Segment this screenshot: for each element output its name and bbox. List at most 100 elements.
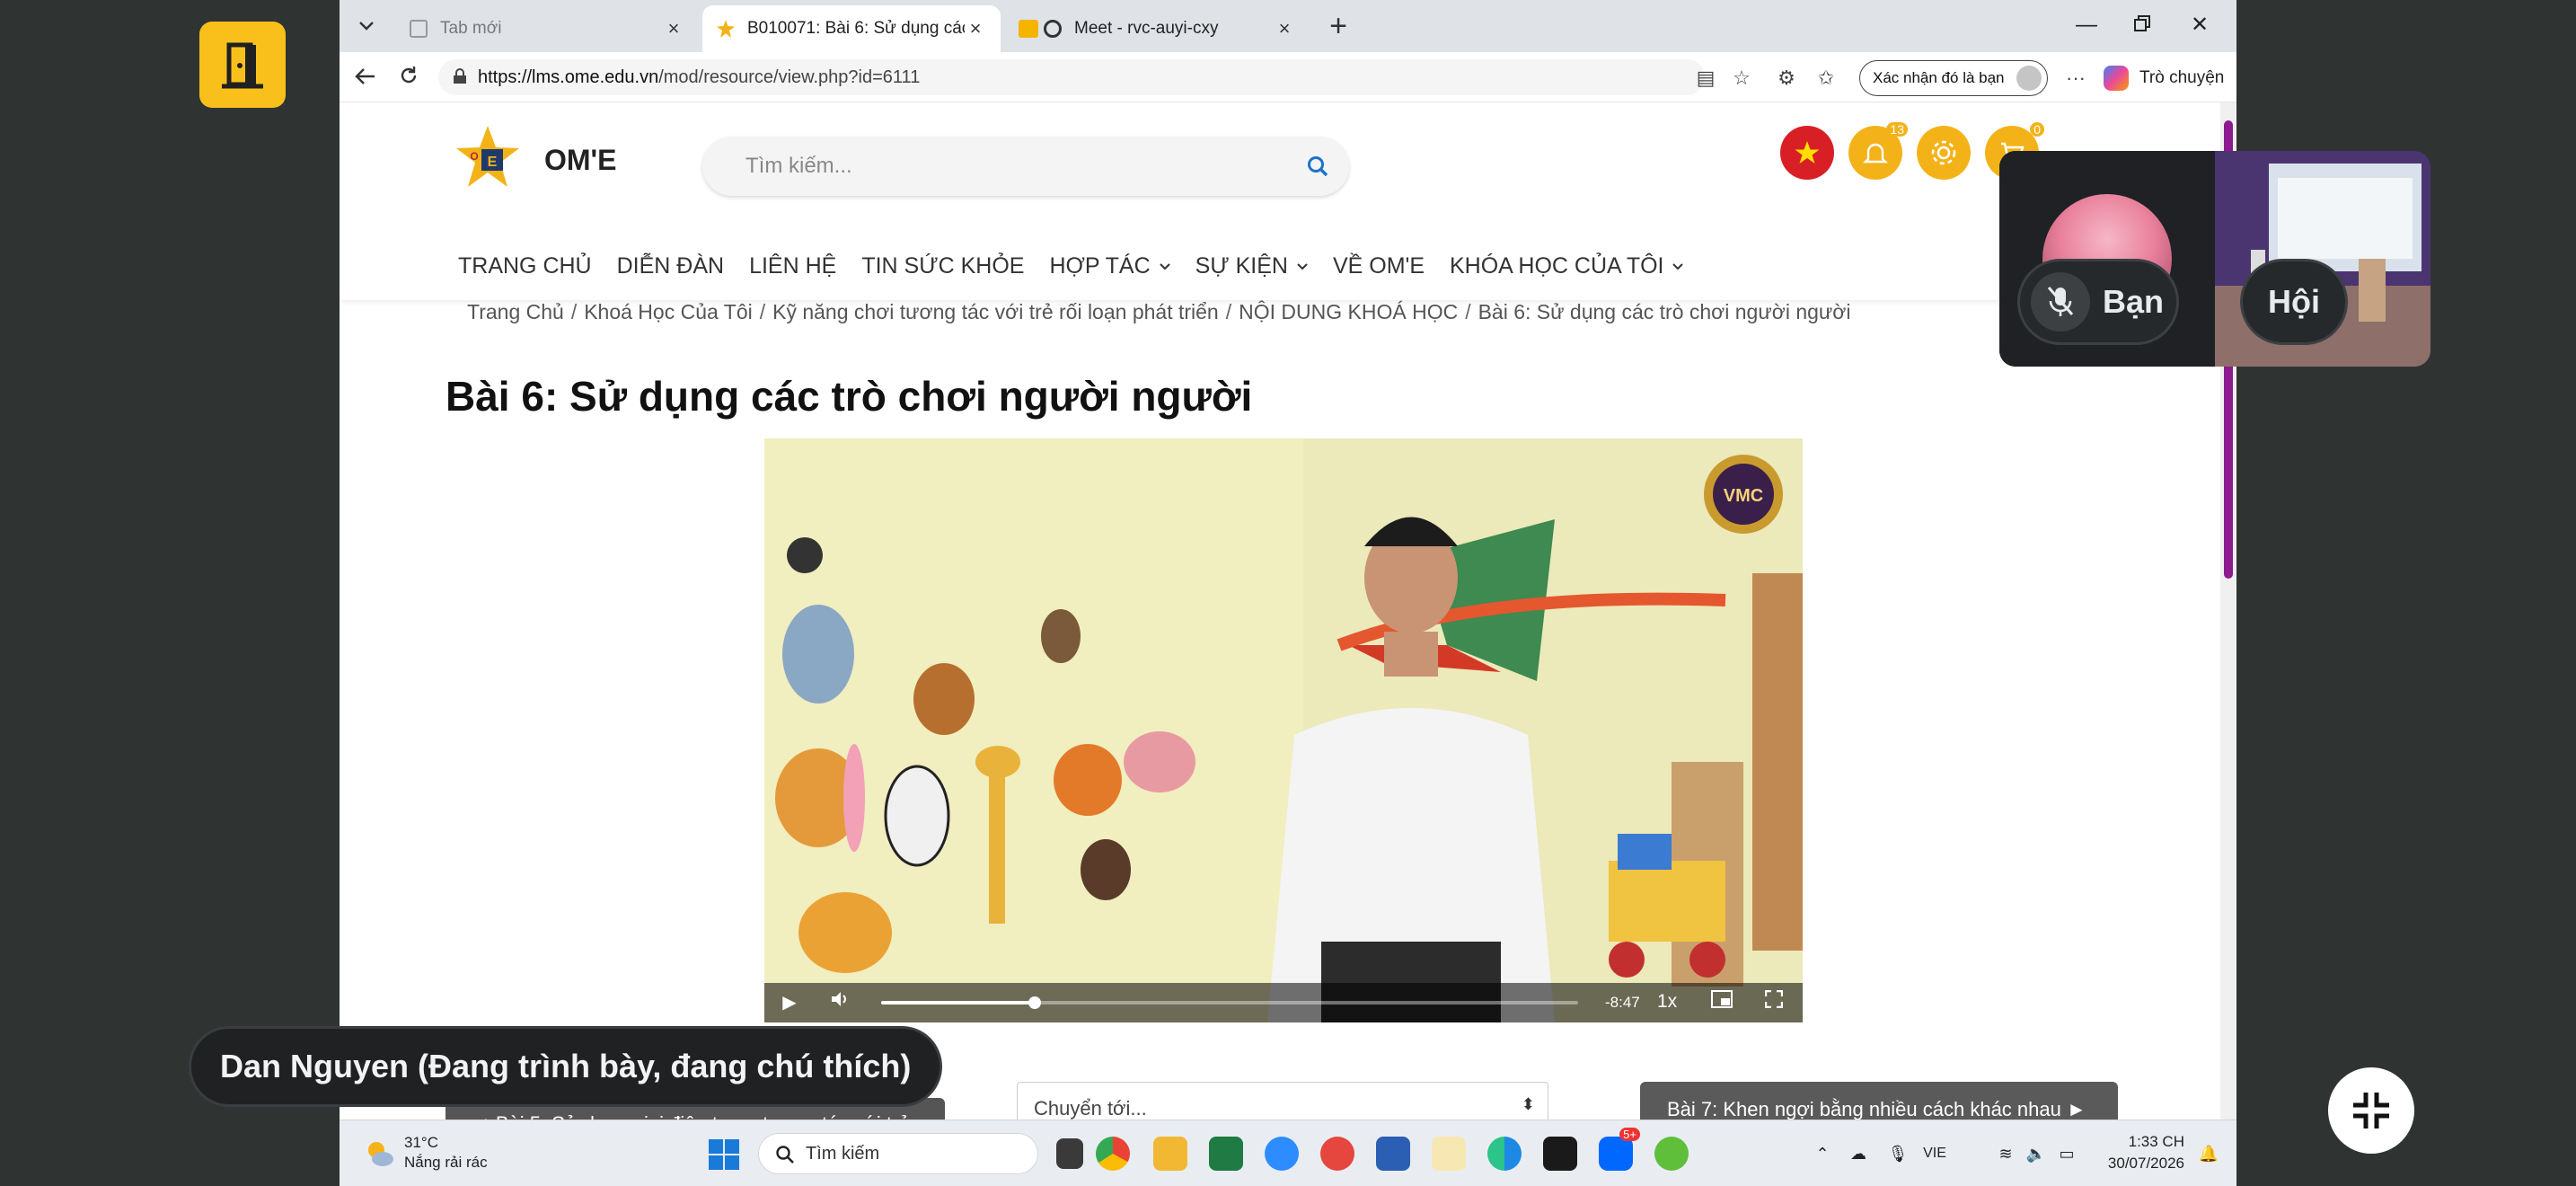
video-remaining-time: -8:47 — [1605, 994, 1640, 1011]
notes-icon[interactable] — [1432, 1137, 1466, 1171]
playback-speed-button[interactable]: 1x — [1657, 991, 1677, 1013]
ome-logo[interactable]: E O — [454, 124, 521, 190]
chevron-up-icon[interactable]: ⌃ — [1811, 1142, 1834, 1165]
volume-button[interactable] — [827, 990, 852, 1015]
search-input[interactable] — [702, 137, 1241, 196]
picture-in-picture-button[interactable] — [1709, 990, 1734, 1015]
menu-item-health-news[interactable]: TIN SỨC KHỎE — [861, 253, 1024, 279]
reader-mode-icon[interactable]: ▤ — [1692, 65, 1719, 92]
breadcrumb-separator: / — [1225, 300, 1232, 323]
meet-participant-panel: Bạn Hội — [1999, 151, 2430, 367]
green-app-icon[interactable] — [1654, 1137, 1689, 1171]
close-icon[interactable]: × — [965, 17, 986, 40]
clock-time: 1:33 CH — [2128, 1133, 2184, 1150]
tab-meet[interactable]: Meet - rvc-auyi-cxy × — [1004, 5, 1310, 52]
next-lesson-button[interactable]: Bài 7: Khen ngợi bằng nhiều cách khác nh… — [1640, 1082, 2118, 1120]
lock-icon — [454, 68, 466, 84]
recording-icon — [1044, 20, 1062, 38]
tab-new[interactable]: Tab mới × — [395, 5, 699, 52]
weather-widget[interactable]: 31°C Nắng rải rác — [363, 1133, 488, 1173]
copilot-button[interactable]: Trò chuyện — [2104, 63, 2224, 93]
more-menu-icon[interactable]: ··· — [2062, 65, 2089, 92]
verify-identity-button[interactable]: Xác nhận đó là bạn — [1859, 60, 2048, 96]
extensions-icon[interactable]: ⚙ — [1773, 65, 1800, 92]
breadcrumb-item[interactable]: Khoá Học Của Tôi — [584, 300, 753, 324]
menu-item-cooperation[interactable]: HỢP TÁC — [1049, 253, 1170, 279]
menu-label: DIỄN ĐÀN — [616, 253, 725, 279]
site-brand[interactable]: OM'E — [544, 144, 617, 177]
excel-icon[interactable] — [1209, 1137, 1243, 1171]
chevron-down-icon — [359, 22, 374, 31]
breadcrumb-item[interactable]: NỘI DUNG KHOÁ HỌC — [1239, 300, 1458, 324]
language-vn-button[interactable] — [1780, 126, 1834, 180]
breadcrumb-item[interactable]: Trang Chủ — [467, 300, 564, 324]
video-player[interactable]: VMC ▶ -8:47 1x — [764, 438, 1803, 1022]
speaker-icon[interactable]: 🔈 — [2025, 1142, 2048, 1165]
video-frame: VMC — [764, 438, 1803, 1022]
minimize-button[interactable]: — — [2059, 7, 2114, 43]
menu-label: VỀ OM'E — [1332, 253, 1425, 279]
menu-item-my-courses[interactable]: KHÓA HỌC CỦA TÔI — [1450, 253, 1684, 279]
restore-button[interactable] — [2114, 7, 2170, 43]
system-clock[interactable]: 1:33 CH 30/07/2026 — [2098, 1131, 2184, 1174]
microphone-icon[interactable]: 🎙 — [1886, 1142, 1910, 1165]
room-label: Hội — [2268, 283, 2320, 320]
tab-title: Meet - rvc-auyi-cxy — [1074, 19, 1219, 38]
reload-icon — [401, 66, 417, 84]
exit-button[interactable] — [199, 22, 286, 108]
back-button[interactable] — [350, 63, 381, 93]
search-icon[interactable] — [1306, 155, 1329, 178]
chevron-down-icon — [1672, 262, 1684, 270]
menu-item-about[interactable]: VỀ OM'E — [1333, 253, 1425, 279]
taskbar-search[interactable]: Tìm kiếm — [758, 1133, 1038, 1174]
cloud-sync-icon[interactable]: ☁ — [1847, 1142, 1870, 1165]
url-field[interactable]: https://lms.ome.edu.vn/mod/resource/view… — [438, 59, 1705, 95]
tab-course[interactable]: B010071: Bài 6: Sử dụng các trò ch × — [702, 5, 1001, 52]
menu-label: TIN SỨC KHỎE — [861, 253, 1025, 279]
video-scrubber[interactable] — [1028, 996, 1041, 1009]
chevron-down-icon — [1297, 262, 1308, 270]
collapse-button[interactable] — [2328, 1067, 2414, 1154]
menu-item-forum[interactable]: DIỄN ĐÀN — [617, 253, 724, 279]
fullscreen-button[interactable] — [1761, 989, 1786, 1015]
menu-item-contact[interactable]: LIÊN HỆ — [749, 253, 836, 279]
jump-to-select[interactable]: Chuyển tới... ⬍ — [1017, 1082, 1548, 1120]
sun-cloud-icon — [368, 1142, 393, 1166]
new-tab-button[interactable]: + — [1322, 11, 1354, 43]
restore-icon — [2134, 15, 2150, 31]
windows-start-icon[interactable] — [708, 1138, 740, 1171]
breadcrumb-item[interactable]: Kỹ năng chơi tương tác với trẻ rối loạn … — [772, 300, 1219, 324]
close-window-button[interactable]: ✕ — [2172, 7, 2228, 43]
notifications-button[interactable]: 13 — [1848, 122, 1908, 180]
self-mute-indicator[interactable]: Bạn — [2017, 259, 2179, 345]
menu-item-events[interactable]: SỰ KIỆN — [1195, 253, 1308, 279]
play-button[interactable]: ▶ — [777, 990, 802, 1015]
battery-icon[interactable]: ▭ — [2055, 1142, 2078, 1165]
favorites-icon[interactable]: ✩ — [1813, 65, 1839, 92]
notification-count: 13 — [1886, 122, 1908, 137]
menu-item-home[interactable]: TRANG CHỦ — [458, 253, 592, 279]
tab-actions-button[interactable] — [348, 11, 384, 41]
settings-button[interactable] — [1917, 126, 1971, 180]
language-indicator[interactable]: VIE — [1917, 1142, 1953, 1165]
zoom-icon[interactable] — [1265, 1137, 1299, 1171]
close-icon[interactable]: × — [663, 17, 684, 40]
close-icon[interactable]: × — [1274, 17, 1295, 40]
edge-icon[interactable] — [1487, 1137, 1522, 1171]
svg-text:VMC: VMC — [1724, 486, 1763, 506]
notifications-bell-icon[interactable]: 🔔 — [2197, 1142, 2220, 1165]
favorite-star-icon[interactable]: ☆ — [1728, 65, 1755, 92]
capcut-icon[interactable] — [1543, 1137, 1577, 1171]
fullscreen-icon — [1764, 989, 1784, 1009]
pip-icon — [1711, 990, 1733, 1008]
reload-button[interactable] — [393, 63, 424, 93]
word-icon[interactable] — [1376, 1137, 1410, 1171]
tab-strip: Tab mới × B010071: Bài 6: Sử dụng các tr… — [340, 0, 2236, 52]
creative-cloud-icon[interactable] — [1320, 1137, 1354, 1171]
wifi-icon[interactable]: ≋ — [1994, 1142, 2017, 1165]
video-seek-bar[interactable] — [881, 996, 1578, 1009]
task-view-icon[interactable] — [1056, 1138, 1083, 1169]
chrome-icon[interactable] — [1096, 1137, 1130, 1171]
zalo-icon[interactable]: 5+ — [1599, 1128, 1640, 1171]
file-explorer-icon[interactable] — [1153, 1137, 1187, 1171]
